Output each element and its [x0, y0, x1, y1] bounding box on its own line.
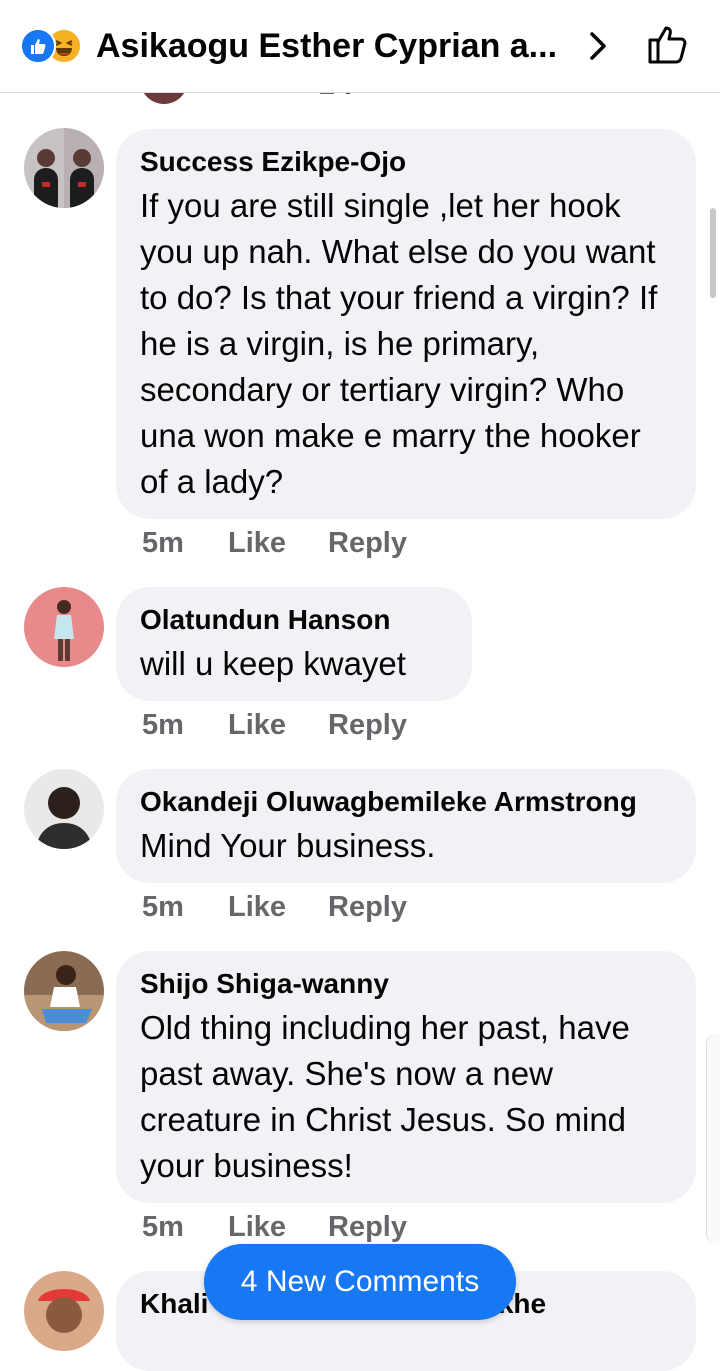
- comment-author[interactable]: Shijo Shiga-wanny: [140, 967, 672, 1001]
- thumbs-up-icon[interactable]: [644, 20, 692, 68]
- avatar-photo: [24, 769, 104, 849]
- comment-text: will u keep kwayet: [140, 645, 406, 682]
- reply-button[interactable]: Reply: [328, 527, 407, 560]
- like-reaction-icon: [20, 28, 56, 64]
- reply-button[interactable]: Reply: [328, 891, 407, 924]
- comment-bubble[interactable]: Okandeji Oluwagbemileke Armstrong Mind Y…: [116, 769, 696, 883]
- side-panel-edge: [706, 1034, 720, 1244]
- comment-actions: 5m Like Reply: [142, 527, 407, 560]
- like-button[interactable]: Like: [228, 891, 328, 924]
- reaction-summary[interactable]: [20, 28, 90, 64]
- comment-actions: 5m Like Reply: [142, 709, 407, 742]
- post-header: Asikaogu Esther Cyprian a...: [0, 0, 720, 93]
- comment-time: 5m: [142, 527, 184, 559]
- like-button[interactable]: Like: [228, 527, 328, 560]
- new-comments-button[interactable]: 4 New Comments: [204, 1244, 516, 1320]
- comment-text: Old thing including her past, have past …: [140, 1009, 630, 1184]
- scrollbar[interactable]: [710, 208, 716, 298]
- avatar-photo: [24, 951, 104, 1031]
- comment-bubble[interactable]: Shijo Shiga-wanny Old thing including he…: [116, 951, 696, 1203]
- avatar[interactable]: [24, 769, 104, 849]
- comment-bubble[interactable]: Success Ezikpe-Ojo If you are still sing…: [116, 129, 696, 519]
- reply-button[interactable]: Reply: [328, 709, 407, 742]
- comment-actions: 5m Like Reply: [142, 1211, 407, 1244]
- comment-bubble[interactable]: Olatundun Hanson will u keep kwayet: [116, 587, 472, 701]
- avatar[interactable]: [24, 128, 104, 208]
- avatar[interactable]: [24, 1271, 104, 1351]
- comment-author-start[interactable]: Khali: [140, 1288, 208, 1319]
- avatar-photo: [24, 1271, 104, 1351]
- comment-time: 5m: [142, 891, 184, 923]
- comment-actions: 5m Like Reply: [142, 891, 407, 924]
- avatar[interactable]: [24, 951, 104, 1031]
- avatar[interactable]: [24, 587, 104, 667]
- comment-author[interactable]: Success Ezikpe-Ojo: [140, 145, 672, 179]
- chevron-right-icon[interactable]: [580, 26, 616, 66]
- comment-time: 5m: [142, 1211, 184, 1243]
- comment-author[interactable]: Olatundun Hanson: [140, 603, 448, 637]
- like-button[interactable]: Like: [228, 709, 328, 742]
- reply-button[interactable]: Reply: [328, 1211, 407, 1244]
- comment-text: Mind Your business.: [140, 827, 436, 864]
- comment-time: 5m: [142, 709, 184, 741]
- comment-author[interactable]: Okandeji Oluwagbemileke Armstrong: [140, 785, 672, 819]
- post-author-title[interactable]: Asikaogu Esther Cyprian a...: [96, 22, 576, 70]
- like-button[interactable]: Like: [228, 1211, 328, 1244]
- comment-text: If you are still single ,let her hook yo…: [140, 187, 658, 500]
- avatar-photo: [24, 128, 104, 208]
- avatar-photo: [24, 587, 104, 667]
